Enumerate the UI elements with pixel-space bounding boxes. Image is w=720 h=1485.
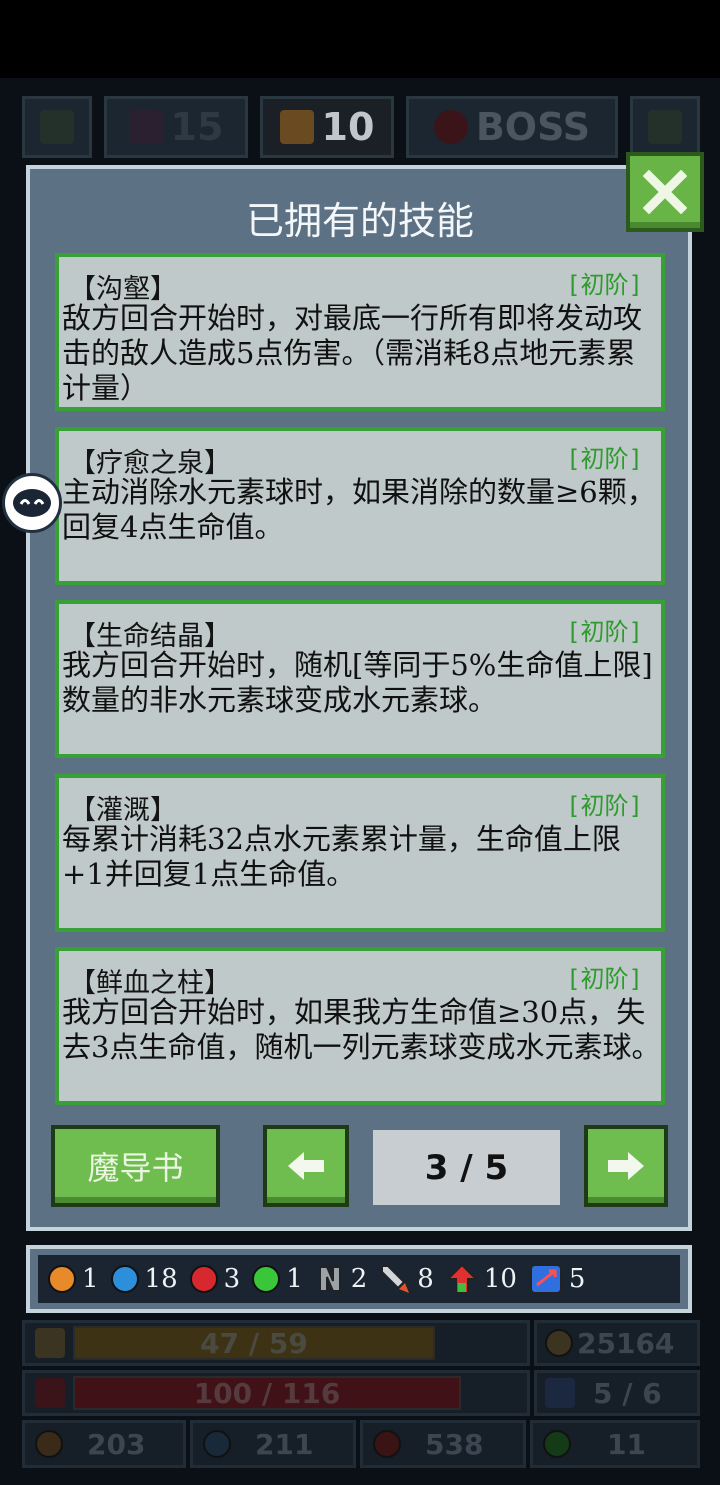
skill-description: 主动消除水元素球时，如果消除的数量≥6颗，回复4点生命值。 xyxy=(62,475,656,544)
skill-tier: [初阶] xyxy=(566,618,643,646)
skill-card[interactable]: 【沟壑】 [初阶] 敌方回合开始时，对最底一行所有即将发动攻击的敌人造成5点伤害… xyxy=(55,253,665,411)
skill-tier: [初阶] xyxy=(566,445,643,473)
resource-value: 2 xyxy=(350,1264,368,1294)
energy-counter: 5 / 6 xyxy=(534,1370,700,1416)
resources-bar: 1 18 3 1 2 8 10 5 xyxy=(26,1245,692,1313)
grimoire-label: 魔导书 xyxy=(87,1149,184,1187)
hp-bar: 100 / 116 xyxy=(22,1370,530,1416)
gear-icon xyxy=(648,110,682,144)
settings-button[interactable] xyxy=(630,96,700,158)
resource-value: 1 xyxy=(82,1264,99,1294)
grimoire-button[interactable]: 魔导书 xyxy=(51,1125,220,1207)
level-up-icon xyxy=(445,1263,478,1294)
gold-counter: 25164 xyxy=(534,1320,700,1366)
boss-icon xyxy=(433,110,468,144)
earth-stat: 203 xyxy=(22,1420,186,1468)
skill-card[interactable]: 【疗愈之泉】 [初阶] 主动消除水元素球时，如果消除的数量≥6颗，回复4点生命值… xyxy=(55,427,665,585)
water-orb-icon xyxy=(203,1430,231,1458)
boss-button[interactable]: BOSS xyxy=(406,96,618,158)
skill-tier: [初阶] xyxy=(566,965,643,993)
earth-value: 203 xyxy=(87,1427,146,1461)
sword-icon xyxy=(381,1265,410,1293)
profile-button[interactable] xyxy=(22,96,92,158)
exp-value: 47 / 59 xyxy=(200,1326,308,1360)
fire-value: 538 xyxy=(425,1427,484,1461)
water-stat: 211 xyxy=(190,1420,356,1468)
close-icon xyxy=(643,170,687,214)
skill-tier: [初阶] xyxy=(566,792,643,820)
wind-value: 11 xyxy=(607,1427,646,1461)
skill-description: 每累计消耗32点水元素累计量，生命值上限+1并回复1点生命值。 xyxy=(62,822,621,891)
exp-bar: 47 / 59 xyxy=(22,1320,530,1366)
fire-orb-icon xyxy=(373,1430,401,1458)
arrow-right-icon xyxy=(608,1152,644,1180)
prev-page-button[interactable] xyxy=(263,1125,349,1207)
resource-chain: 2 xyxy=(315,1264,368,1294)
close-button[interactable] xyxy=(626,152,704,232)
skill-description: 我方回合开始时，如果我方生命值≥30点，失去3点生命值，随机一列元素球变成水元素… xyxy=(62,995,661,1064)
skill-description: 我方回合开始时，随机[等同于5%生命值上限]数量的非水元素球变成水元素球。 xyxy=(62,648,653,717)
resource-value: 18 xyxy=(144,1264,178,1294)
reroll-icon xyxy=(529,1264,562,1294)
coin-icon xyxy=(545,1329,573,1357)
resource-level-up: 10 xyxy=(445,1263,517,1295)
floor-count: 10 xyxy=(321,105,375,149)
chain-icon xyxy=(318,1266,341,1292)
arrow-left-icon xyxy=(288,1152,324,1180)
resource-reroll: 5 xyxy=(529,1263,586,1295)
page-indicator: 3 / 5 xyxy=(373,1130,560,1205)
orange-orb-icon xyxy=(48,1265,76,1293)
shard-icon xyxy=(128,110,163,144)
house-icon xyxy=(279,110,314,144)
wind-stat: 11 xyxy=(530,1420,700,1468)
floor-counter[interactable]: 10 xyxy=(260,96,394,158)
resource-green-orb: 1 xyxy=(252,1264,303,1294)
resource-value: 1 xyxy=(286,1264,303,1294)
skill-description: 敌方回合开始时，对最底一行所有即将发动攻击的敌人造成5点伤害。（需消耗8点地元素… xyxy=(62,301,643,405)
resource-orange-orb: 1 xyxy=(48,1264,99,1294)
earth-orb-icon xyxy=(35,1430,63,1458)
shards-count: 15 xyxy=(170,105,224,149)
face-icon xyxy=(13,489,51,517)
next-page-button[interactable] xyxy=(584,1125,668,1207)
blue-orb-icon xyxy=(110,1265,139,1293)
fire-stat: 538 xyxy=(360,1420,526,1468)
modal-title: 已拥有的技能 xyxy=(245,199,474,243)
skill-card[interactable]: 【生命结晶】 [初阶] 我方回合开始时，随机[等同于5%生命值上限]数量的非水元… xyxy=(55,600,665,758)
water-value: 211 xyxy=(255,1427,314,1461)
resource-sword: 8 xyxy=(379,1263,434,1295)
resource-blue-orb: 18 xyxy=(110,1264,178,1294)
skill-card[interactable]: 【鲜血之柱】 [初阶] 我方回合开始时，如果我方生命值≥30点，失去3点生命值，… xyxy=(55,947,665,1105)
shards-counter[interactable]: 15 xyxy=(104,96,248,158)
boss-label: BOSS xyxy=(475,105,591,149)
user-icon xyxy=(40,110,74,144)
lightning-icon xyxy=(545,1378,575,1408)
resource-value: 10 xyxy=(483,1264,517,1294)
skill-tier: [初阶] xyxy=(566,271,643,299)
gold-value: 25164 xyxy=(577,1326,675,1360)
green-orb-icon xyxy=(252,1265,281,1293)
hp-value: 100 / 116 xyxy=(193,1376,341,1410)
resource-value: 8 xyxy=(417,1264,434,1294)
resource-value: 5 xyxy=(568,1264,586,1294)
resource-red-orb: 3 xyxy=(189,1264,241,1294)
star-icon xyxy=(35,1328,65,1358)
skill-card[interactable]: 【灌溉】 [初阶] 每累计消耗32点水元素累计量，生命值上限+1并回复1点生命值… xyxy=(55,774,665,932)
wind-orb-icon xyxy=(543,1430,571,1458)
red-orb-icon xyxy=(189,1265,218,1293)
heart-icon xyxy=(35,1378,65,1408)
resource-value: 3 xyxy=(223,1264,241,1294)
assistant-avatar[interactable] xyxy=(2,473,62,533)
energy-value: 5 / 6 xyxy=(593,1376,662,1410)
